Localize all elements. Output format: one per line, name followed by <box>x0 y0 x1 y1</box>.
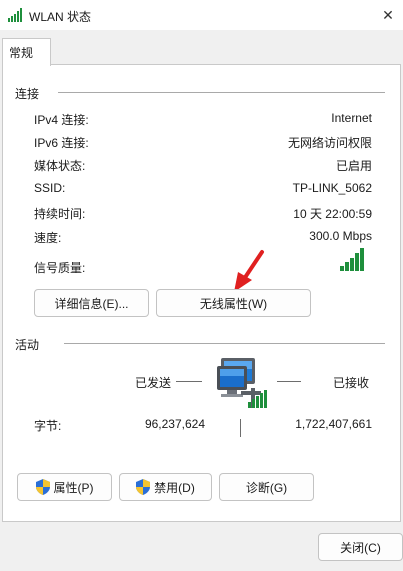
connection-heading: 连接 <box>15 87 40 101</box>
activity-heading: 活动 <box>15 338 40 352</box>
ipv6-value: 无网络访问权限 <box>287 136 372 150</box>
bytes-label: 字节: <box>34 419 62 433</box>
network-computer-icon <box>217 358 267 408</box>
details-button[interactable]: 详细信息(E)... <box>34 289 149 317</box>
signal-quality-label: 信号质量: <box>34 261 86 275</box>
wifi-signal-icon <box>8 8 22 22</box>
activity-divider-vertical <box>240 419 241 437</box>
annotation-arrow-icon <box>234 250 264 292</box>
bytes-sent-value: 96,237,624 <box>144 417 205 431</box>
media-state-label: 媒体状态: <box>34 159 86 173</box>
ipv4-label: IPv4 连接: <box>34 113 89 127</box>
shield-icon <box>35 479 50 495</box>
ipv6-label: IPv6 连接: <box>34 136 89 150</box>
properties-button-label: 属性(P) <box>53 480 94 495</box>
ssid-label: SSID: <box>34 181 66 195</box>
duration-value: 10 天 22:00:59 <box>293 207 372 221</box>
received-line <box>277 381 301 382</box>
media-state-value: 已启用 <box>335 159 372 173</box>
activity-divider <box>64 343 385 344</box>
tab-general-label: 常规 <box>9 46 34 60</box>
title-bar: WLAN 状态 ✕ <box>0 0 403 30</box>
connection-divider <box>58 92 385 93</box>
tab-general[interactable]: 常规 <box>2 38 51 66</box>
wireless-properties-button[interactable]: 无线属性(W) <box>156 289 311 317</box>
close-button[interactable]: 关闭(C) <box>318 533 403 561</box>
sent-label: 已发送 <box>135 376 172 390</box>
speed-value: 300.0 Mbps <box>309 229 372 243</box>
disable-button-label: 禁用(D) <box>154 480 195 495</box>
properties-button[interactable]: 属性(P) <box>17 473 112 501</box>
duration-label: 持续时间: <box>34 207 86 221</box>
sent-line <box>176 381 202 382</box>
ssid-value: TP-LINK_5062 <box>292 181 372 195</box>
ipv4-value: Internet <box>331 111 372 125</box>
received-label: 已接收 <box>333 376 370 390</box>
disable-button[interactable]: 禁用(D) <box>119 473 212 501</box>
speed-label: 速度: <box>34 231 62 245</box>
shield-icon <box>136 479 151 495</box>
window-title: WLAN 状态 <box>29 10 92 24</box>
bytes-received-value: 1,722,407,661 <box>295 417 372 431</box>
diagnose-button[interactable]: 诊断(G) <box>219 473 314 501</box>
close-icon[interactable]: ✕ <box>373 0 403 30</box>
signal-strength-icon <box>340 248 364 271</box>
